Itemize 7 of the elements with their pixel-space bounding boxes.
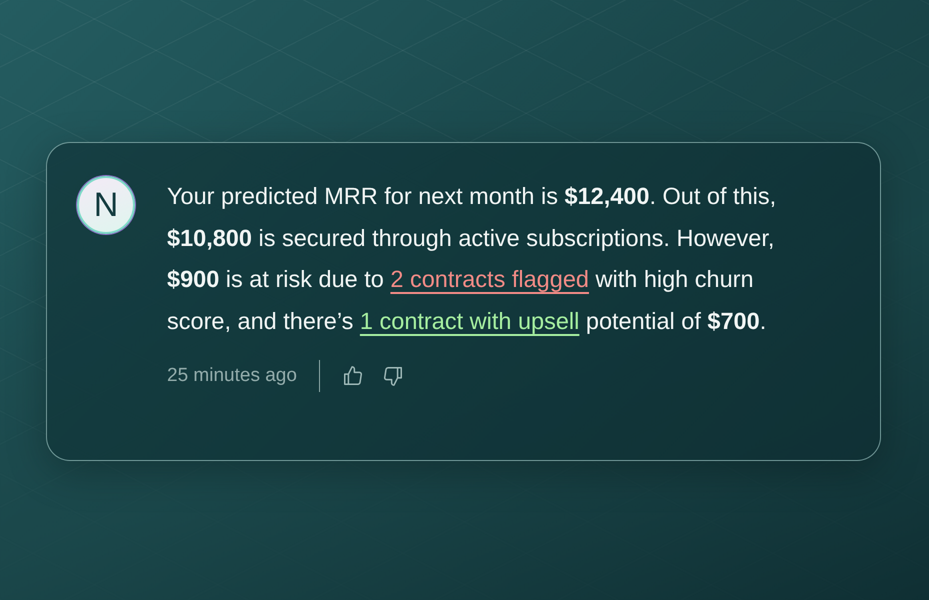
avatar: N	[77, 176, 135, 234]
timestamp: 25 minutes ago	[167, 365, 297, 387]
thumbs-up-icon[interactable]	[342, 365, 364, 387]
message-text: Your predicted MRR for next month is $12,400. Out of this, $10,800 is secured through active subscriptions. However, $900 is at risk due to 2 contracts flagged with high churn score, and there’s 1 contract with upsell potential of $700.	[167, 182, 778, 336]
thumbs-down-icon[interactable]	[382, 365, 404, 387]
message-link[interactable]: 2 contracts flagged	[390, 266, 589, 292]
message-link[interactable]: 1 contract with upsell	[360, 308, 580, 334]
